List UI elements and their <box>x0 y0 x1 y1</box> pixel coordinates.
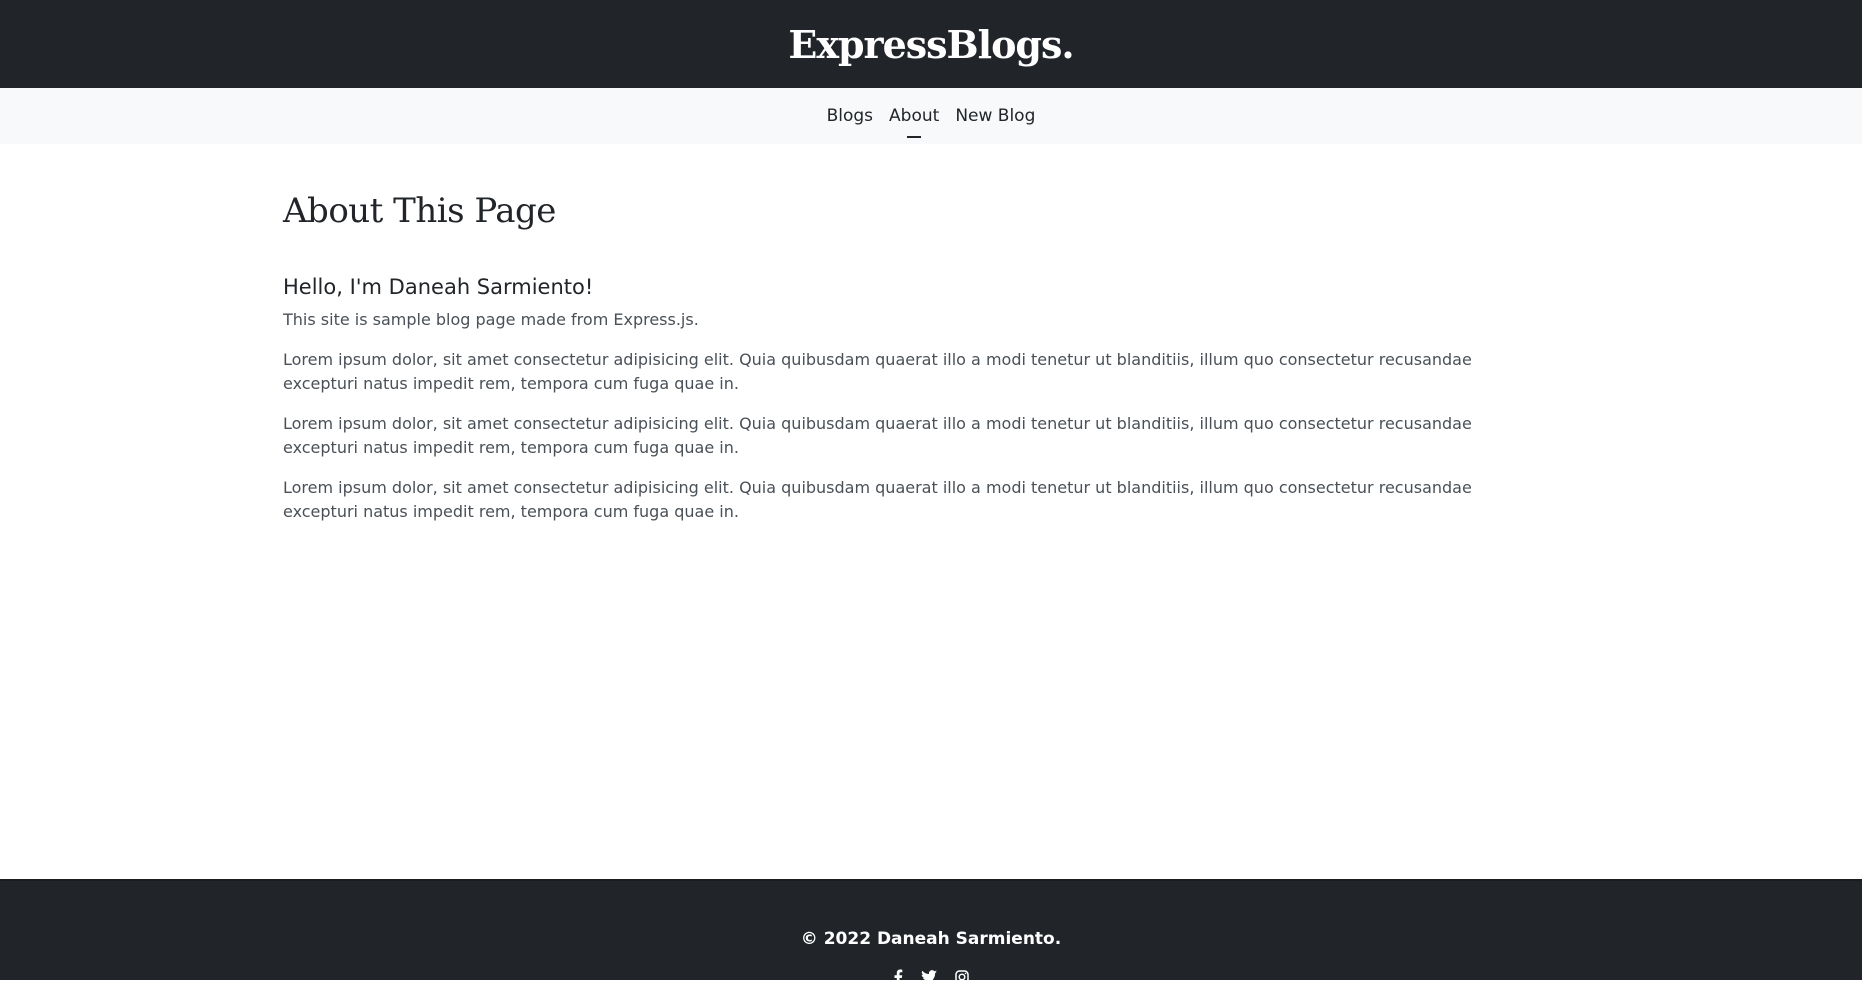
social-links <box>893 969 969 989</box>
site-footer: © 2022 Daneah Sarmiento. <box>0 879 1862 985</box>
page-title: About This Page <box>283 191 556 231</box>
intro-text: This site is sample blog page made from … <box>283 309 699 329</box>
site-header: ExpressBlogs. <box>0 0 1862 88</box>
brand-logo[interactable]: ExpressBlogs. <box>788 22 1074 67</box>
instagram-icon[interactable] <box>955 969 969 989</box>
copyright-text: © 2022 Daneah Sarmiento. <box>800 929 1062 949</box>
main-content: About This Page Hello, I'm Daneah Sarmie… <box>283 144 1533 524</box>
nav-link-new-blog[interactable]: New Blog <box>955 102 1035 130</box>
twitter-icon[interactable] <box>921 969 937 989</box>
nav-link-blogs[interactable]: Blogs <box>827 102 873 130</box>
nav-link-about[interactable]: About <box>889 102 939 130</box>
paragraph: Lorem ipsum dolor, sit amet consectetur … <box>283 477 1472 521</box>
facebook-icon[interactable] <box>893 969 903 989</box>
greeting-heading: Hello, I'm Daneah Sarmiento! <box>283 274 594 299</box>
paragraph: Lorem ipsum dolor, sit amet consectetur … <box>283 413 1472 457</box>
main-nav: Blogs About New Blog <box>0 88 1862 144</box>
paragraph: Lorem ipsum dolor, sit amet consectetur … <box>283 349 1472 393</box>
